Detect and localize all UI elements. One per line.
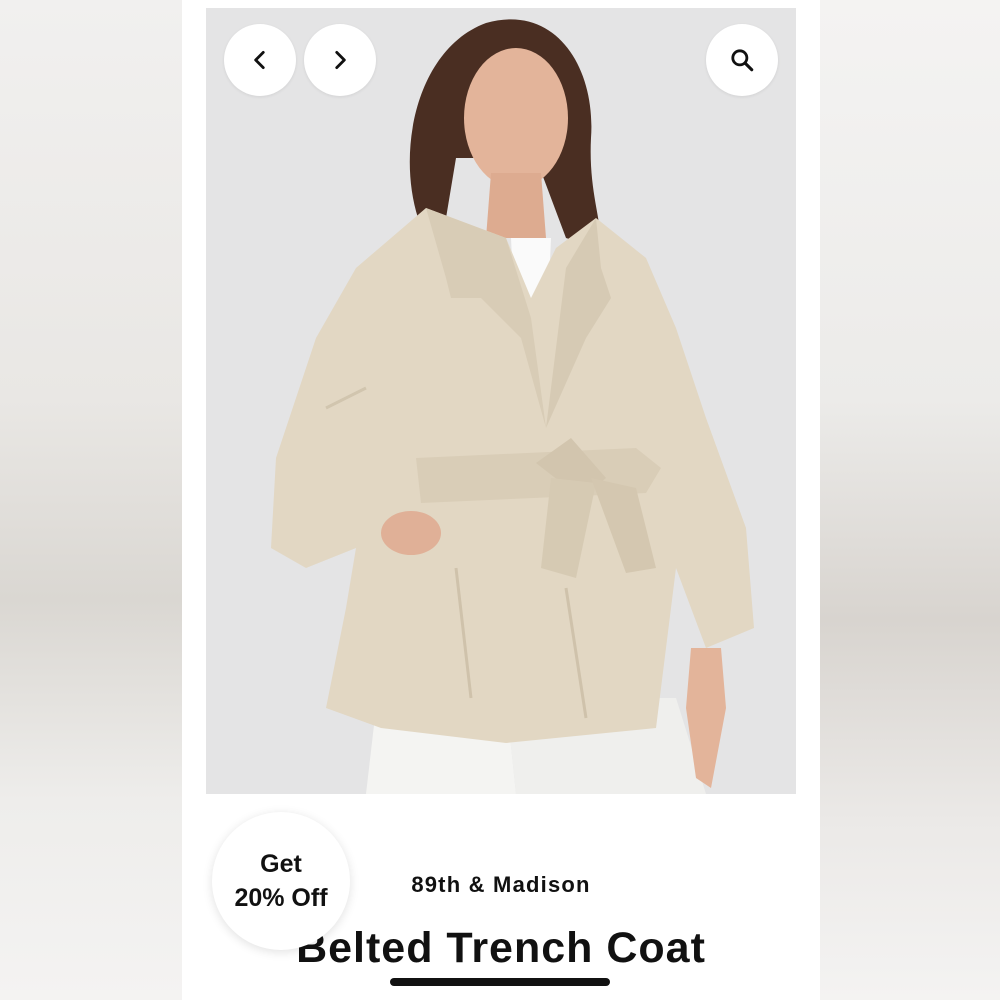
chevron-right-icon bbox=[335, 51, 346, 69]
listing-card: Get 20% Off 89th & Madison Belted Trench… bbox=[182, 0, 820, 1000]
previous-photo-button[interactable] bbox=[224, 24, 296, 96]
discount-badge[interactable]: Get 20% Off bbox=[212, 812, 350, 950]
chevron-left-icon bbox=[254, 51, 265, 69]
search-icon bbox=[731, 49, 754, 72]
discount-badge-line2: 20% Off bbox=[234, 884, 328, 912]
blurred-backdrop-right bbox=[820, 0, 1000, 1000]
discount-badge-line1: Get bbox=[260, 850, 302, 878]
product-photo[interactable] bbox=[206, 8, 796, 794]
next-photo-button[interactable] bbox=[304, 24, 376, 96]
blurred-backdrop-left bbox=[0, 0, 182, 1000]
zoom-button[interactable] bbox=[706, 24, 778, 96]
product-image bbox=[206, 8, 796, 794]
home-indicator[interactable] bbox=[390, 978, 610, 986]
